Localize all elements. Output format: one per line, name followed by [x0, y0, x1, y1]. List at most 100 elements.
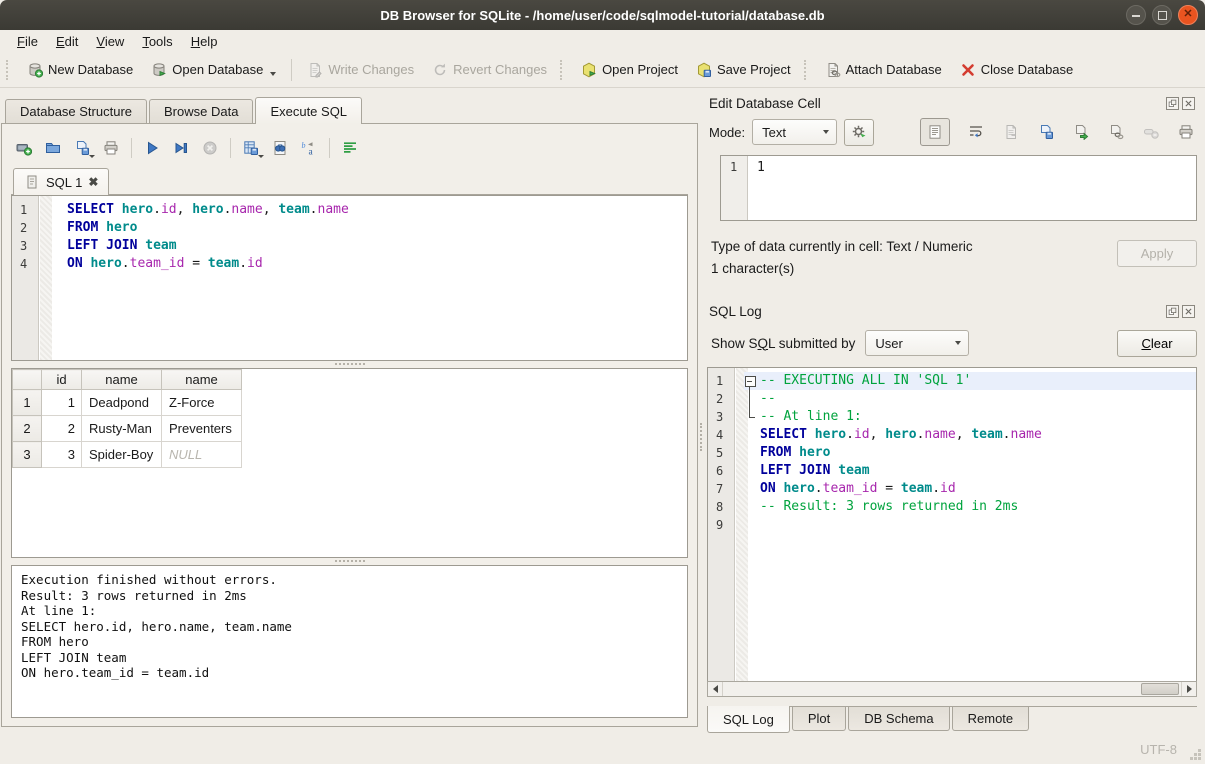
float-panel-icon[interactable]	[1166, 305, 1179, 318]
import-data-button[interactable]	[1002, 123, 1020, 141]
column-header-id[interactable]: id	[42, 370, 82, 390]
apply-button[interactable]: Apply	[1117, 240, 1197, 267]
print-cell-button[interactable]	[1177, 123, 1195, 141]
fold-margin	[744, 426, 757, 444]
execute-all-button[interactable]	[141, 137, 163, 159]
close-icon[interactable]	[1178, 5, 1198, 25]
menubar: FileEditViewToolsHelp	[0, 30, 1205, 52]
menu-view[interactable]: View	[87, 32, 133, 51]
close-panel-icon[interactable]	[1182, 305, 1195, 318]
mode-select[interactable]: Text	[752, 119, 837, 145]
vertical-splitter[interactable]	[700, 423, 704, 451]
revert-changes-icon	[432, 62, 448, 78]
tab-browse-data[interactable]: Browse Data	[149, 99, 253, 123]
cell[interactable]: 2	[42, 416, 82, 442]
set-null-button[interactable]	[1142, 123, 1160, 141]
sql-log-view[interactable]: 1-- EXECUTING ALL IN 'SQL 1' 2-- 3-- At …	[707, 367, 1197, 682]
close-tab-icon[interactable]: ✖	[88, 175, 98, 189]
column-header-name[interactable]: name	[162, 370, 242, 390]
cell[interactable]: 3	[42, 442, 82, 468]
chevron-down-icon[interactable]	[89, 155, 95, 158]
bottom-tab-remote[interactable]: Remote	[952, 707, 1030, 731]
chevron-down-icon[interactable]	[258, 155, 264, 158]
window-title: DB Browser for SQLite - /home/user/code/…	[380, 8, 824, 23]
toolbar-grip	[560, 60, 568, 80]
cell-value-editor[interactable]: 1 1	[720, 155, 1197, 221]
save-results-button[interactable]	[240, 137, 262, 159]
resize-grip-icon[interactable]	[1198, 757, 1201, 760]
log-line: At line 1:	[21, 603, 678, 619]
stop-execution-button[interactable]	[199, 137, 221, 159]
cell[interactable]: Spider-Boy	[82, 442, 162, 468]
column-header-name[interactable]: name	[82, 370, 162, 390]
bottom-tab-sql-log[interactable]: SQL Log	[707, 706, 790, 733]
close-panel-icon[interactable]	[1182, 97, 1195, 110]
results-grid[interactable]: idnamename11DeadpondZ-Force22Rusty-ManPr…	[11, 368, 688, 558]
execute-line-button[interactable]	[170, 137, 192, 159]
clear-button[interactable]: Clear	[1117, 330, 1197, 357]
row-header[interactable]: 3	[13, 442, 42, 468]
tab-database-structure[interactable]: Database Structure	[5, 99, 147, 123]
find-button[interactable]	[269, 137, 291, 159]
open-sql-file-button[interactable]	[42, 137, 64, 159]
header-row: idnamename	[13, 370, 242, 390]
format-sql-button[interactable]	[339, 137, 361, 159]
sql-code-editor[interactable]: 1SELECT hero.id, hero.name, team.name 2F…	[11, 195, 688, 361]
sql-log-title: SQL Log	[709, 304, 762, 319]
save-data-button[interactable]	[1037, 123, 1055, 141]
scroll-right-icon[interactable]	[1181, 682, 1196, 696]
menu-tools[interactable]: Tools	[133, 32, 181, 51]
print-sql-button[interactable]	[100, 137, 122, 159]
maximize-icon[interactable]	[1152, 5, 1172, 25]
line-number: 2	[708, 390, 736, 408]
cell[interactable]: Rusty-Man	[82, 416, 162, 442]
cell[interactable]: Preventers	[162, 416, 242, 442]
link-data-button[interactable]	[1107, 123, 1125, 141]
tab-execute-sql[interactable]: Execute SQL	[255, 97, 362, 124]
toolbar-open-project[interactable]: Open Project	[572, 58, 687, 82]
word-wrap-button[interactable]	[967, 123, 985, 141]
horizontal-scrollbar[interactable]	[707, 681, 1197, 697]
menu-edit[interactable]: Edit	[47, 32, 87, 51]
scroll-left-icon[interactable]	[708, 682, 723, 696]
menu-file[interactable]: File	[8, 32, 47, 51]
menu-help[interactable]: Help	[182, 32, 227, 51]
bottom-tab-plot[interactable]: Plot	[792, 707, 846, 731]
cell-null[interactable]: NULL	[162, 442, 242, 468]
save-sql-file-button[interactable]	[71, 137, 93, 159]
cell[interactable]: Deadpond	[82, 390, 162, 416]
toolbar-revert-changes[interactable]: Revert Changes	[423, 58, 556, 82]
stop-execution-icon	[202, 140, 218, 156]
fold-marker-icon[interactable]	[744, 372, 757, 390]
toolbar-attach-database[interactable]: Attach Database	[816, 58, 951, 82]
horizontal-splitter[interactable]	[11, 361, 688, 368]
float-panel-icon[interactable]	[1166, 97, 1179, 110]
filter-label: Show SQL submitted by	[711, 336, 855, 351]
row-header[interactable]: 2	[13, 416, 42, 442]
row-header[interactable]: 1	[13, 390, 42, 416]
cell[interactable]: 1	[42, 390, 82, 416]
auto-switch-mode-button[interactable]	[844, 119, 874, 146]
minimize-icon[interactable]	[1126, 5, 1146, 25]
bottom-tab-db-schema[interactable]: DB Schema	[848, 707, 949, 731]
submitted-by-select[interactable]: User	[865, 330, 969, 356]
line-number: 9	[708, 516, 736, 534]
sql-log-filter-row: Show SQL submitted by User Clear	[707, 328, 1197, 358]
toolbar-save-project[interactable]: Save Project	[687, 58, 800, 82]
toolbar-write-changes[interactable]: Write Changes	[298, 58, 423, 82]
table-row: 22Rusty-ManPreventers	[13, 416, 242, 442]
chevron-down-icon[interactable]	[270, 72, 276, 76]
find-replace-button[interactable]: ba	[298, 137, 320, 159]
toolbar-new-database[interactable]: New Database	[18, 58, 142, 82]
cell[interactable]: Z-Force	[162, 390, 242, 416]
export-data-button[interactable]	[1072, 123, 1090, 141]
scrollbar-thumb[interactable]	[1141, 683, 1179, 695]
sql-tab[interactable]: SQL 1 ✖	[13, 168, 109, 195]
toolbar-close-database[interactable]: Close Database	[951, 58, 1083, 82]
text-mode-button[interactable]	[920, 118, 950, 146]
toolbar-separator	[291, 59, 292, 81]
line-number: 5	[708, 444, 736, 462]
horizontal-splitter[interactable]	[11, 558, 688, 565]
toolbar-open-database[interactable]: Open Database	[142, 58, 285, 82]
new-sql-tab-button[interactable]	[13, 137, 35, 159]
